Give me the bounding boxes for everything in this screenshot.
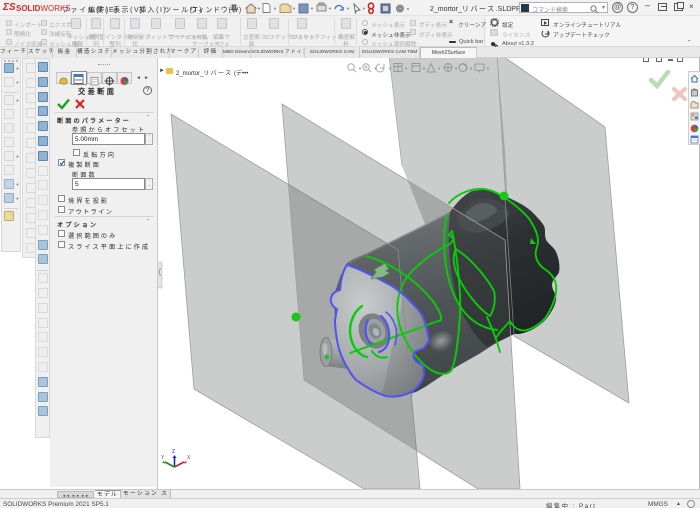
svg-text:▼: ▼ [292, 6, 296, 11]
svg-text:▼: ▼ [454, 66, 458, 71]
svg-text:▼: ▼ [358, 66, 362, 71]
svg-text:▼: ▼ [328, 6, 332, 11]
svg-text:▼: ▼ [362, 6, 366, 11]
svg-text:▼: ▼ [437, 66, 441, 71]
svg-text:▼: ▼ [422, 66, 426, 71]
svg-text:▼: ▼ [257, 6, 261, 11]
svg-text:▼: ▼ [404, 66, 408, 71]
svg-text:Z: Z [172, 449, 175, 455]
svg-text:▼: ▼ [406, 7, 410, 12]
svg-text:▼: ▼ [486, 66, 490, 71]
svg-text:▼: ▼ [273, 6, 277, 11]
svg-text:▼: ▼ [310, 6, 314, 11]
svg-text:▼: ▼ [374, 66, 378, 71]
svg-text:▼: ▼ [469, 66, 473, 71]
svg-text:▼: ▼ [346, 6, 350, 11]
svg-text:▼: ▼ [388, 66, 392, 71]
